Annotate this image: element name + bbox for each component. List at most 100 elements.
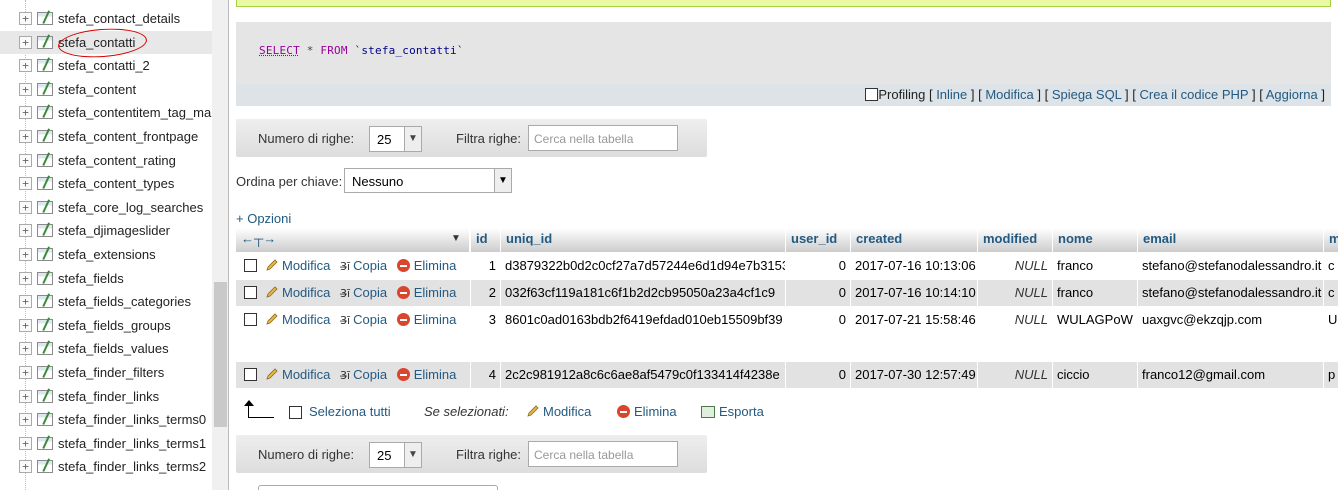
- row-edit-button[interactable]: Modifica: [265, 258, 330, 273]
- cell-id[interactable]: 2: [471, 280, 501, 306]
- table-icon[interactable]: [37, 389, 53, 403]
- cell-created[interactable]: 2017-07-16 10:14:10: [851, 280, 978, 306]
- rows-select[interactable]: 25 ▼: [369, 126, 422, 152]
- nav-table-item[interactable]: + stefa_djimageslider: [0, 219, 212, 242]
- row-copy-button[interactable]: 3̶ī Copia: [340, 312, 387, 327]
- cell-uniq_id[interactable]: 8601c0ad0163bdb2f6419efdad010eb15509bf39: [501, 307, 786, 361]
- nav-table-item[interactable]: + stefa_contact_details: [0, 7, 212, 30]
- nav-table-item[interactable]: + stefa_extensions: [0, 243, 212, 266]
- select-all-link[interactable]: Seleziona tutti: [309, 404, 391, 419]
- table-icon[interactable]: [37, 413, 53, 427]
- nav-table-label[interactable]: stefa_contact_details: [58, 11, 180, 26]
- row-delete-button[interactable]: Elimina: [396, 312, 456, 327]
- cell-user_id[interactable]: 0: [786, 253, 851, 279]
- cell-created[interactable]: 2017-07-30 12:57:49: [851, 362, 978, 388]
- expand-icon[interactable]: +: [19, 436, 32, 450]
- cell-m[interactable]: U: [1324, 307, 1339, 361]
- row-edit-button[interactable]: Modifica: [265, 367, 330, 382]
- row-checkbox[interactable]: [244, 259, 257, 272]
- row-delete-button[interactable]: Elimina: [396, 258, 456, 273]
- nav-table-label[interactable]: stefa_fields_values: [58, 341, 169, 356]
- nav-table-item[interactable]: + stefa_core_log_searches: [0, 196, 212, 219]
- cell-user_id[interactable]: 0: [786, 280, 851, 306]
- column-header-modified[interactable]: modified: [978, 228, 1053, 252]
- select-all-checkbox[interactable]: [289, 405, 302, 420]
- profiling-checkbox[interactable]: [865, 88, 879, 101]
- table-icon[interactable]: [37, 106, 53, 120]
- nav-table-item[interactable]: + stefa_content_frontpage: [0, 125, 212, 148]
- expand-icon[interactable]: +: [19, 12, 32, 25]
- cell-m[interactable]: c: [1324, 253, 1339, 279]
- table-icon[interactable]: [37, 318, 53, 332]
- nav-table-label[interactable]: stefa_content_rating: [58, 153, 176, 168]
- cell-id[interactable]: 1: [471, 253, 501, 279]
- expand-icon[interactable]: +: [19, 153, 32, 167]
- table-icon[interactable]: [37, 248, 53, 261]
- cell-user_id[interactable]: 0: [786, 362, 851, 388]
- cell-nome[interactable]: franco: [1053, 253, 1138, 279]
- cell-email[interactable]: stefano@stefanodalessandro.it: [1138, 253, 1324, 279]
- bulk-export-button[interactable]: Esporta: [701, 404, 764, 419]
- row-checkbox[interactable]: [244, 286, 257, 299]
- table-icon[interactable]: [37, 436, 53, 450]
- nav-table-label[interactable]: stefa_fields_groups: [58, 318, 171, 333]
- cell-uniq_id[interactable]: d3879322b0d2c0cf27a7d57244e6d1d94e7b3153: [501, 253, 786, 279]
- nav-table-item[interactable]: + stefa_fields_categories: [0, 290, 212, 313]
- nav-table-label[interactable]: stefa_finder_links_terms2: [58, 459, 206, 474]
- nav-scrollbar-thumb[interactable]: [214, 282, 227, 427]
- expand-icon[interactable]: +: [19, 460, 32, 474]
- row-copy-button[interactable]: 3̶ī Copia: [340, 367, 387, 382]
- cell-nome[interactable]: ciccio: [1053, 362, 1138, 388]
- sql-keyword-select[interactable]: SELECT: [259, 44, 300, 57]
- expand-icon[interactable]: +: [19, 35, 32, 49]
- table-icon[interactable]: [37, 153, 53, 167]
- expand-icon[interactable]: +: [19, 413, 32, 427]
- table-icon[interactable]: [37, 12, 53, 25]
- nav-table-label[interactable]: stefa_content_types: [58, 176, 174, 191]
- filter-input[interactable]: Cerca nella tabella: [528, 125, 678, 151]
- expand-icon[interactable]: +: [19, 130, 32, 143]
- expand-icon[interactable]: +: [19, 106, 32, 120]
- nav-table-label[interactable]: stefa_finder_filters: [58, 365, 164, 380]
- nav-table-item[interactable]: + stefa_finder_links_terms1: [0, 432, 212, 455]
- bulk-edit-button[interactable]: Modifica: [526, 404, 591, 419]
- triangle-down-icon[interactable]: ▼: [451, 228, 461, 249]
- cell-modified[interactable]: NULL: [978, 280, 1053, 306]
- nav-table-item[interactable]: + stefa_finder_links_terms0: [0, 408, 212, 431]
- nav-table-item[interactable]: + stefa_finder_links: [0, 385, 212, 408]
- nav-table-label[interactable]: stefa_extensions: [58, 247, 156, 262]
- table-icon[interactable]: [37, 460, 53, 474]
- nav-table-item[interactable]: + stefa_content_types: [0, 172, 212, 195]
- filter-input[interactable]: Cerca nella tabella: [528, 441, 678, 467]
- nav-table-label[interactable]: stefa_finder_links_terms0: [58, 412, 206, 427]
- row-checkbox[interactable]: [244, 368, 257, 381]
- nav-table-item[interactable]: + stefa_fields_values: [0, 337, 212, 360]
- nav-table-item[interactable]: + stefa_fields: [0, 267, 212, 290]
- cell-user_id[interactable]: 0: [786, 307, 851, 361]
- nav-table-label[interactable]: stefa_fields: [58, 271, 124, 286]
- rows-select[interactable]: 25 ▼: [369, 442, 422, 468]
- cell-modified[interactable]: NULL: [978, 253, 1053, 279]
- table-icon[interactable]: [37, 59, 53, 73]
- table-icon[interactable]: [37, 295, 53, 309]
- expand-icon[interactable]: +: [19, 59, 32, 73]
- expand-icon[interactable]: +: [19, 366, 32, 379]
- column-header-nome[interactable]: nome: [1053, 228, 1138, 252]
- cell-email[interactable]: uaxgvc@ekzqjp.com: [1138, 307, 1324, 361]
- inline-link[interactable]: Inline: [936, 87, 967, 102]
- column-header-id[interactable]: id: [471, 228, 501, 252]
- column-header-user_id[interactable]: user_id: [786, 228, 851, 252]
- nav-table-item[interactable]: + stefa_content: [0, 78, 212, 101]
- cell-m[interactable]: p: [1324, 362, 1339, 388]
- cell-uniq_id[interactable]: 2c2c981912a8c6c6ae8af5479c0f133414f4238e: [501, 362, 786, 388]
- row-edit-button[interactable]: Modifica: [265, 312, 330, 327]
- expand-icon[interactable]: +: [19, 342, 32, 356]
- nav-table-label[interactable]: stefa_finder_links: [58, 389, 159, 404]
- nav-table-label[interactable]: stefa_content: [58, 82, 136, 97]
- table-icon[interactable]: [37, 342, 53, 356]
- order-select[interactable]: Nessuno ▼: [344, 168, 512, 193]
- cell-modified[interactable]: NULL: [978, 307, 1053, 361]
- nav-table-label[interactable]: stefa_core_log_searches: [58, 200, 203, 215]
- expand-icon[interactable]: +: [19, 200, 32, 214]
- nav-table-label[interactable]: stefa_djimageslider: [58, 223, 170, 238]
